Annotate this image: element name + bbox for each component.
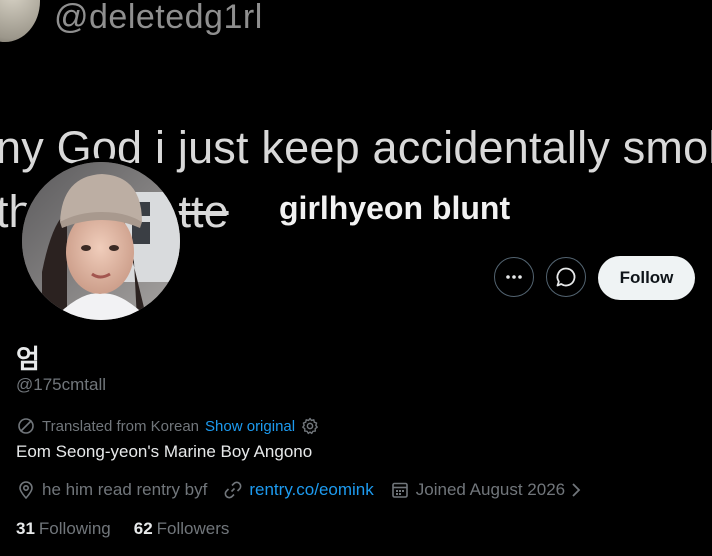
display-name: 엄 xyxy=(16,345,40,375)
followers-stat[interactable]: 62 Followers xyxy=(134,519,230,539)
profile-meta: he him read rentry byf rentry.co/eomink … xyxy=(16,480,605,500)
message-icon xyxy=(556,267,576,287)
following-stat[interactable]: 31 Following xyxy=(16,519,111,539)
translation-settings-button[interactable] xyxy=(301,417,319,435)
joined-item[interactable]: Joined August 2026 xyxy=(390,480,589,500)
follow-button[interactable]: Follow xyxy=(598,256,695,300)
profile-bio: Eom Seong-yeon's Marine Boy Angono xyxy=(16,442,313,461)
more-options-button[interactable] xyxy=(494,257,534,297)
chevron-right-icon xyxy=(572,483,581,497)
banner-handle-text: @deletedg1rl xyxy=(54,0,263,36)
followers-count: 62 xyxy=(133,519,153,538)
translated-label: Translated from Korean xyxy=(42,417,200,435)
following-count: 31 xyxy=(16,519,35,538)
banner-avatar-image xyxy=(0,0,40,42)
show-original-link[interactable]: Show original xyxy=(205,418,295,435)
more-dots-icon xyxy=(506,275,522,279)
location-item: he him read rentry byf xyxy=(16,480,207,500)
gear-icon xyxy=(302,417,318,435)
followers-label: Followers xyxy=(156,519,230,538)
translation-notice: Translated from Korean Show original xyxy=(16,416,319,436)
location-pin-icon xyxy=(19,481,33,500)
link-icon xyxy=(224,481,242,499)
website-item[interactable]: rentry.co/eomink xyxy=(223,480,374,500)
avatar-image xyxy=(22,162,180,320)
joined-text: Joined August 2026 xyxy=(415,480,566,499)
avatar-photo xyxy=(22,162,180,320)
translate-icon xyxy=(18,418,34,434)
profile-page: @deletedg1rl ny God i just keep accident… xyxy=(0,0,712,556)
website-link[interactable]: rentry.co/eomink xyxy=(249,480,373,500)
avatar[interactable] xyxy=(18,158,184,324)
message-button[interactable] xyxy=(546,257,586,297)
username-handle: @175cmtall xyxy=(16,375,107,394)
calendar-icon xyxy=(391,482,408,498)
location-text: he him read rentry byf xyxy=(42,480,208,499)
following-label: Following xyxy=(38,519,111,538)
follow-stats: 31 Following 62 Followers xyxy=(16,519,252,539)
banner-bold-text: girlhyeon blunt xyxy=(279,190,511,226)
